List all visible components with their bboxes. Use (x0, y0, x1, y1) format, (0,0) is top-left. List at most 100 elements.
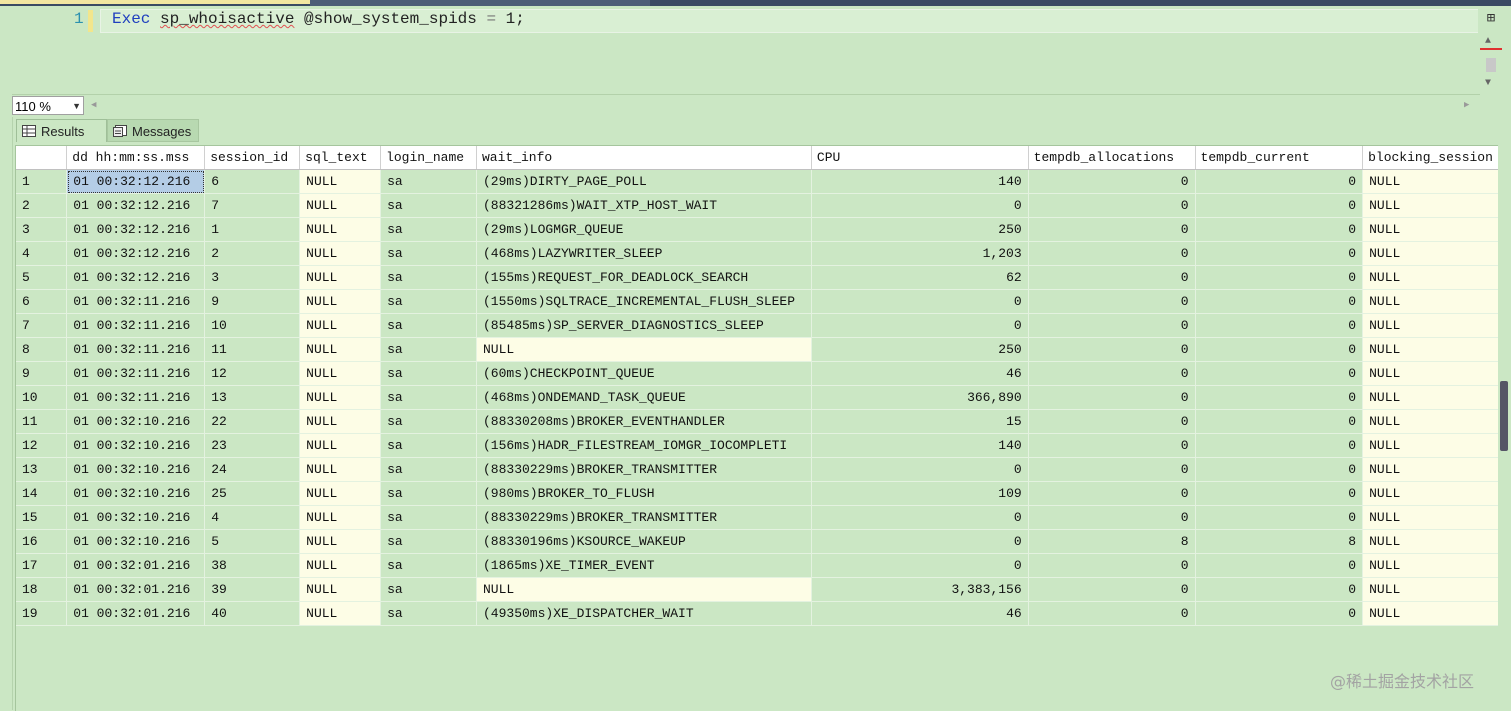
login-name-cell[interactable]: sa (380, 169, 477, 194)
session-id-cell[interactable]: 6 (204, 169, 301, 194)
column-header-blocking-session[interactable]: blocking_session (1362, 146, 1499, 170)
table-row[interactable]: 8 01 00:32:11.216 11 NULL sa NULL 250 0 0 NULL (16, 337, 1499, 362)
tempdb-allocations-cell[interactable]: 0 (1028, 457, 1196, 482)
tempdb-current-cell[interactable]: 0 (1195, 217, 1364, 242)
column-header-tempdb-current[interactable]: tempdb_current (1195, 146, 1364, 170)
blocking-session-cell[interactable]: NULL (1362, 169, 1499, 194)
duration-cell[interactable]: 01 00:32:11.216 (66, 337, 206, 362)
duration-cell[interactable]: 01 00:32:12.216 (66, 265, 206, 290)
row-number[interactable]: 18 (16, 577, 68, 602)
results-grid[interactable]: dd hh:mm:ss.mss session_id sql_text logi… (15, 145, 1499, 711)
blocking-session-cell[interactable]: NULL (1362, 289, 1499, 314)
session-id-cell[interactable]: 23 (204, 433, 301, 458)
sql-text-cell[interactable]: NULL (299, 169, 382, 194)
duration-cell[interactable]: 01 00:32:11.216 (66, 361, 206, 386)
zoom-select[interactable]: 110 % ▼ (12, 96, 84, 115)
row-number[interactable]: 15 (16, 505, 68, 530)
login-name-cell[interactable]: sa (380, 289, 477, 314)
tempdb-current-cell[interactable]: 0 (1195, 337, 1364, 362)
sql-text-cell[interactable]: NULL (299, 265, 382, 290)
wait-info-cell[interactable]: (88330229ms)BROKER_TRANSMITTER (476, 505, 812, 530)
tempdb-allocations-cell[interactable]: 0 (1028, 505, 1196, 530)
duration-cell[interactable]: 01 00:32:11.216 (66, 313, 206, 338)
column-header-duration[interactable]: dd hh:mm:ss.mss (66, 146, 206, 170)
tempdb-allocations-cell[interactable]: 0 (1028, 265, 1196, 290)
row-number[interactable]: 7 (16, 313, 68, 338)
blocking-session-cell[interactable]: NULL (1362, 481, 1499, 506)
login-name-cell[interactable]: sa (380, 577, 477, 602)
sql-text-cell[interactable]: NULL (299, 553, 382, 578)
cpu-cell[interactable]: 0 (811, 553, 1029, 578)
session-id-cell[interactable]: 7 (204, 193, 301, 218)
sql-text-cell[interactable]: NULL (299, 385, 382, 410)
tempdb-current-cell[interactable]: 0 (1195, 553, 1364, 578)
blocking-session-cell[interactable]: NULL (1362, 361, 1499, 386)
cpu-cell[interactable]: 250 (811, 337, 1029, 362)
cpu-cell[interactable]: 0 (811, 289, 1029, 314)
editor-vertical-scrollbar[interactable]: ⊞ ▲ ▼ (1478, 6, 1504, 94)
wait-info-cell[interactable]: (88321286ms)WAIT_XTP_HOST_WAIT (476, 193, 812, 218)
table-row[interactable]: 9 01 00:32:11.216 12 NULL sa (60ms)CHECKPOINT… (16, 361, 1499, 386)
login-name-cell[interactable]: sa (380, 529, 477, 554)
blocking-session-cell[interactable]: NULL (1362, 337, 1499, 362)
session-id-cell[interactable]: 22 (204, 409, 301, 434)
duration-cell[interactable]: 01 00:32:10.216 (66, 457, 206, 482)
table-row[interactable]: 19 01 00:32:01.216 40 NULL sa (49350ms)XE_DIS… (16, 601, 1499, 626)
tempdb-current-cell[interactable]: 0 (1195, 289, 1364, 314)
tempdb-allocations-cell[interactable]: 0 (1028, 361, 1196, 386)
cpu-cell[interactable]: 0 (811, 505, 1029, 530)
query-editor[interactable]: 1 Exec sp_whoisactive @show_system_spids… (12, 6, 1480, 94)
table-row[interactable]: 18 01 00:32:01.216 39 NULL sa NULL 3,383,156 0 0… (16, 577, 1499, 602)
login-name-cell[interactable]: sa (380, 313, 477, 338)
blocking-session-cell[interactable]: NULL (1362, 577, 1499, 602)
duration-cell[interactable]: 01 00:32:01.216 (66, 577, 206, 602)
tab-messages[interactable]: Messages (107, 119, 199, 142)
row-number[interactable]: 8 (16, 337, 68, 362)
login-name-cell[interactable]: sa (380, 481, 477, 506)
sql-text-cell[interactable]: NULL (299, 241, 382, 266)
sql-text-cell[interactable]: NULL (299, 505, 382, 530)
tempdb-current-cell[interactable]: 0 (1195, 193, 1364, 218)
row-number[interactable]: 1 (16, 169, 68, 194)
login-name-cell[interactable]: sa (380, 265, 477, 290)
session-id-cell[interactable]: 9 (204, 289, 301, 314)
row-number[interactable]: 10 (16, 385, 68, 410)
cpu-cell[interactable]: 46 (811, 601, 1029, 626)
tempdb-current-cell[interactable]: 0 (1195, 577, 1364, 602)
login-name-cell[interactable]: sa (380, 361, 477, 386)
login-name-cell[interactable]: sa (380, 193, 477, 218)
blocking-session-cell[interactable]: NULL (1362, 241, 1499, 266)
sql-text-cell[interactable]: NULL (299, 457, 382, 482)
wait-info-cell[interactable]: (88330208ms)BROKER_EVENTHANDLER (476, 409, 812, 434)
session-id-cell[interactable]: 11 (204, 337, 301, 362)
cpu-cell[interactable]: 46 (811, 361, 1029, 386)
sql-text-cell[interactable]: NULL (299, 601, 382, 626)
table-row[interactable]: 3 01 00:32:12.216 1 NULL sa (29ms)LOGMGR_QUEU… (16, 217, 1499, 242)
scroll-down-icon[interactable]: ▼ (1485, 78, 1491, 89)
login-name-cell[interactable]: sa (380, 601, 477, 626)
wait-info-cell[interactable]: NULL (476, 577, 812, 602)
blocking-session-cell[interactable]: NULL (1362, 409, 1499, 434)
sql-text-cell[interactable]: NULL (299, 361, 382, 386)
scroll-thumb[interactable] (1486, 58, 1496, 72)
tempdb-allocations-cell[interactable]: 0 (1028, 169, 1196, 194)
row-number[interactable]: 14 (16, 481, 68, 506)
document-tab-active[interactable] (0, 0, 310, 4)
table-row[interactable]: 7 01 00:32:11.216 10 NULL sa (85485ms)SP_SERV… (16, 313, 1499, 338)
wait-info-cell[interactable]: (60ms)CHECKPOINT_QUEUE (476, 361, 812, 386)
tab-results[interactable]: Results (16, 119, 107, 142)
tempdb-allocations-cell[interactable]: 0 (1028, 217, 1196, 242)
sql-text-cell[interactable]: NULL (299, 289, 382, 314)
session-id-cell[interactable]: 3 (204, 265, 301, 290)
cpu-cell[interactable]: 250 (811, 217, 1029, 242)
cpu-cell[interactable]: 140 (811, 169, 1029, 194)
blocking-session-cell[interactable]: NULL (1362, 529, 1499, 554)
cpu-cell[interactable]: 140 (811, 433, 1029, 458)
table-row[interactable]: 16 01 00:32:10.216 5 NULL sa (88330196ms)KSOU… (16, 529, 1499, 554)
session-id-cell[interactable]: 39 (204, 577, 301, 602)
session-id-cell[interactable]: 13 (204, 385, 301, 410)
sql-text-cell[interactable]: NULL (299, 481, 382, 506)
column-header-sql-text[interactable]: sql_text (299, 146, 382, 170)
wait-info-cell[interactable]: (85485ms)SP_SERVER_DIAGNOSTICS_SLEEP (476, 313, 812, 338)
wait-info-cell[interactable]: (1550ms)SQLTRACE_INCREMENTAL_FLUSH_SLEEP (476, 289, 812, 314)
